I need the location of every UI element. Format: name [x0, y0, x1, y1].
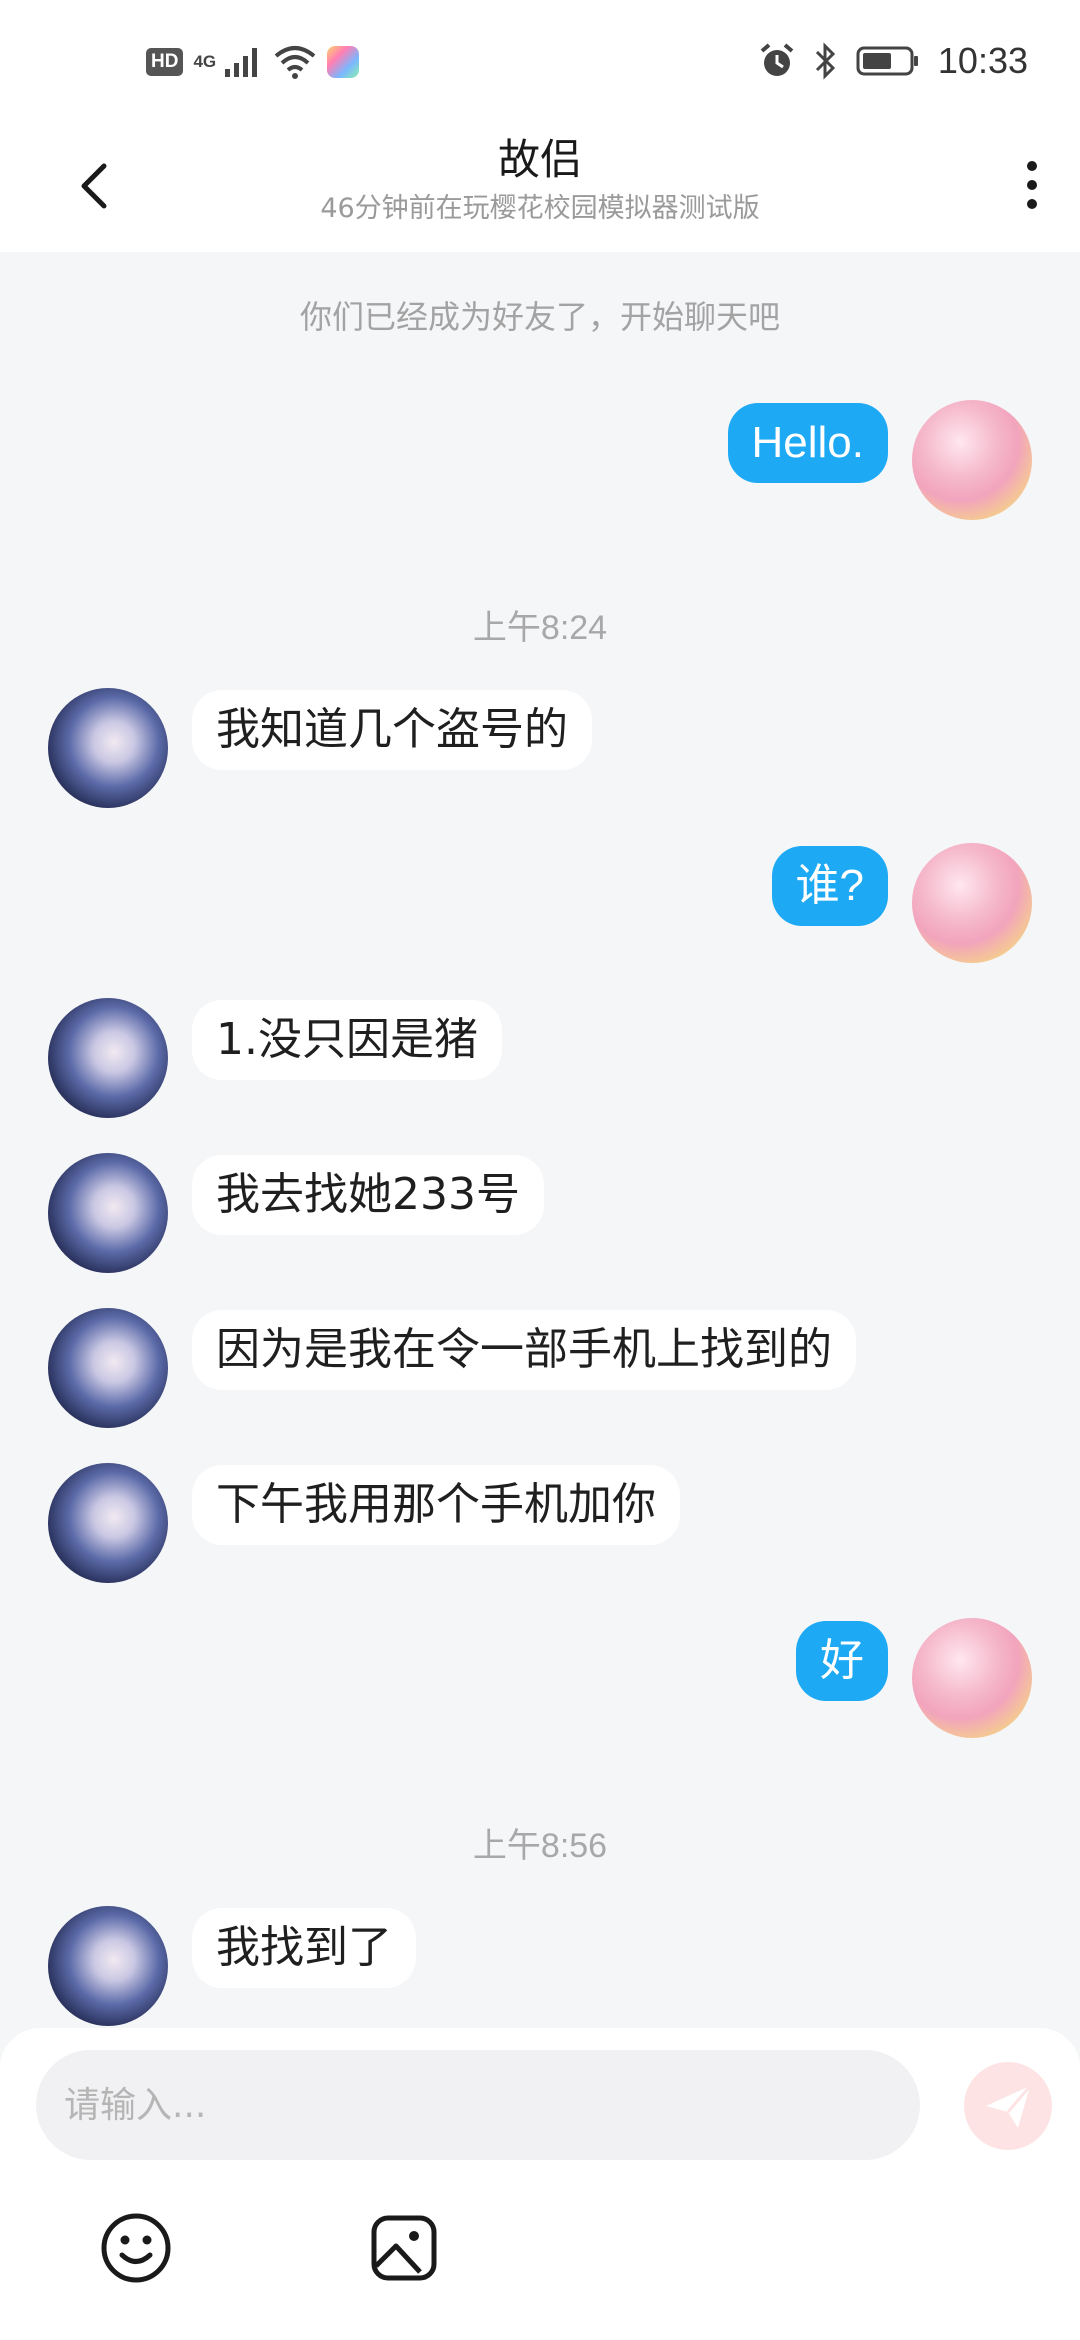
avatar-friend[interactable]	[48, 1906, 168, 2026]
message-bubble-received[interactable]: 我去找她233号	[192, 1155, 544, 1235]
status-time: 10:33	[937, 40, 1028, 81]
chat-header: 故侣 46分钟前在玩樱花校园模拟器测试版	[0, 120, 1080, 252]
message-bubble-sent[interactable]: Hello.	[727, 403, 888, 483]
message-bubble-received[interactable]: 因为是我在令一部手机上找到的	[192, 1310, 856, 1390]
time-separator: 上午8:56	[472, 1827, 608, 1865]
avatar-friend[interactable]	[48, 1153, 168, 1273]
input-panel	[0, 2028, 1080, 2340]
avatar-self[interactable]	[912, 400, 1032, 520]
app-notification-icon	[327, 46, 360, 78]
battery-icon	[856, 46, 918, 76]
send-button[interactable]	[964, 2062, 1052, 2150]
message-bubble-received[interactable]: 我知道几个盗号的	[192, 690, 592, 770]
wifi-icon	[275, 46, 316, 79]
message-bubble-sent[interactable]: 好	[796, 1621, 888, 1701]
status-left: HD 4G	[146, 44, 360, 80]
avatar-self[interactable]	[912, 1618, 1032, 1738]
time-separator: 上午8:24	[472, 609, 608, 647]
status-right: 10:33	[758, 40, 1028, 82]
chat-title: 故侣	[497, 135, 582, 184]
bluetooth-icon	[815, 42, 836, 80]
paper-plane-icon	[986, 2085, 1032, 2128]
system-note: 你们已经成为好友了，开始聊天吧	[299, 298, 780, 336]
status-bar: HD 4G 10:33	[0, 0, 1080, 120]
image-icon	[371, 2215, 437, 2281]
alarm-icon	[760, 43, 794, 76]
chat-subtitle: 46分钟前在玩樱花校园模拟器测试版	[320, 193, 760, 224]
signal-icon	[225, 48, 258, 77]
emoji-button[interactable]	[96, 2208, 176, 2288]
avatar-friend[interactable]	[48, 1463, 168, 1583]
message-bubble-received[interactable]: 1.没只因是猪	[192, 1000, 502, 1080]
avatar-friend[interactable]	[48, 1308, 168, 1428]
image-button[interactable]	[364, 2208, 444, 2288]
message-bubble-received[interactable]: 下午我用那个手机加你	[192, 1465, 680, 1545]
avatar-friend[interactable]	[48, 688, 168, 808]
message-bubble-sent[interactable]: 谁?	[771, 846, 888, 926]
network-type-label: 4G	[193, 52, 217, 71]
message-input[interactable]	[36, 2050, 920, 2160]
hd-badge: HD	[146, 48, 184, 76]
more-vertical-icon	[1027, 161, 1037, 209]
avatar-friend[interactable]	[48, 998, 168, 1118]
smiley-icon	[101, 2213, 171, 2283]
message-bubble-received[interactable]: 我找到了	[192, 1908, 416, 1988]
more-options-button[interactable]	[1012, 150, 1052, 220]
avatar-self[interactable]	[912, 843, 1032, 963]
